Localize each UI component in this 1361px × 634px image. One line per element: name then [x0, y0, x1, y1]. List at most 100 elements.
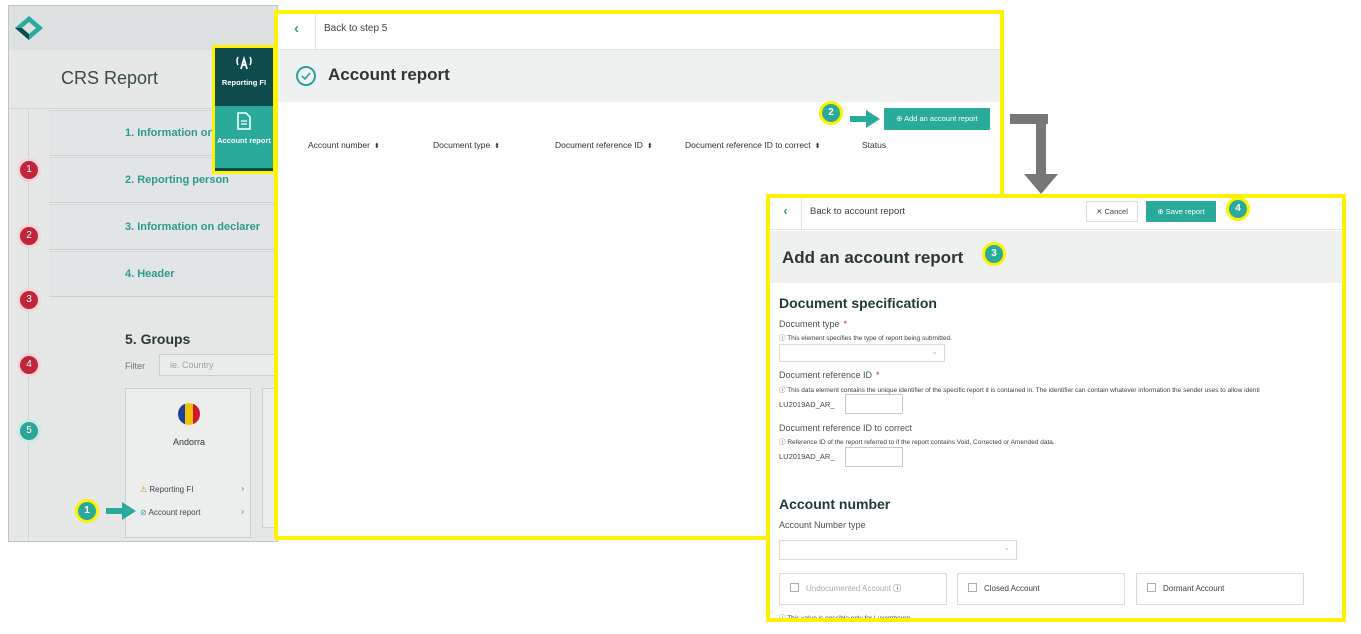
- plus-circle-icon: ⊕: [1157, 207, 1164, 216]
- column-label: Document reference ID: [555, 140, 643, 150]
- column-header-doc-ref-id[interactable]: Document reference ID ⬍: [555, 140, 653, 150]
- column-label: Document reference ID to correct: [685, 140, 811, 150]
- step-label: 3. Information on declarer: [125, 221, 261, 233]
- button-label: Add an account report: [904, 114, 978, 123]
- card-link-account-report[interactable]: ⊘ Account report ›: [140, 507, 244, 517]
- chevron-left-icon: ‹: [783, 203, 788, 218]
- country-card[interactable]: Andorra ⚠ Reporting FI › ⊘ Account repor…: [125, 388, 251, 538]
- step-number-5[interactable]: 5: [17, 419, 41, 443]
- undocumented-account-checkbox[interactable]: Undocumented Account ⓘ: [779, 573, 947, 605]
- account-number-type-label: Account Number type: [779, 520, 866, 530]
- link-label: Reporting FI: [149, 485, 194, 494]
- section-heading: 5. Groups: [125, 331, 191, 347]
- add-account-report-panel: ‹ Back to account report ✕ Cancel ⊕ Save…: [766, 194, 1346, 622]
- panel-header: Add an account report: [770, 231, 1342, 283]
- account-number-type-select[interactable]: ⌄: [779, 540, 1017, 560]
- info-icon: ⓘ: [779, 387, 786, 394]
- document-type-select[interactable]: ⌄: [779, 344, 945, 362]
- column-header-status: Status: [862, 140, 886, 150]
- column-header-doc-ref-id-correct[interactable]: Document reference ID to correct ⬍: [685, 140, 821, 150]
- section-heading-account-number: Account number: [779, 496, 891, 512]
- menu-label: Account report: [217, 136, 271, 145]
- plus-circle-icon: ⊕: [896, 114, 903, 123]
- doc-ref-id-prefix: LU2019AD_AR_: [779, 400, 835, 409]
- step-badge-1: 1: [75, 499, 99, 523]
- help-text: This element specifies the type of repor…: [787, 335, 952, 342]
- column-header-account-number[interactable]: Account number ⬍: [308, 140, 380, 150]
- button-label: Save report: [1165, 207, 1205, 216]
- note-text: This value is possible only for Luxembou…: [787, 615, 911, 622]
- doc-ref-correct-label: Document reference ID to correct: [779, 423, 912, 433]
- menu-item-reporting-fi[interactable]: Reporting FI: [215, 48, 273, 106]
- add-account-report-button[interactable]: ⊕ Add an account report: [884, 108, 990, 130]
- back-button[interactable]: ‹: [770, 198, 802, 230]
- filter-label: Filter: [125, 361, 145, 371]
- back-button[interactable]: ‹: [278, 14, 316, 50]
- column-label: Account number: [308, 140, 370, 150]
- closed-account-checkbox[interactable]: Closed Account: [957, 573, 1125, 605]
- doc-ref-id-input[interactable]: [845, 394, 903, 414]
- doc-ref-correct-prefix: LU2019AD_AR_: [779, 452, 835, 461]
- top-bar: [9, 6, 277, 50]
- step-badge-3: 3: [982, 242, 1006, 266]
- side-menu: Reporting FI Account report: [212, 45, 276, 174]
- step-number-3[interactable]: 3: [17, 288, 41, 312]
- step-badge-4: 4: [1226, 197, 1250, 221]
- doc-ref-correct-input[interactable]: [845, 447, 903, 467]
- close-icon: ✕: [1096, 207, 1103, 216]
- panel-title: Add an account report: [782, 248, 964, 267]
- step-number-4[interactable]: 4: [17, 353, 41, 377]
- step-4-row[interactable]: 4. Header: [49, 251, 277, 297]
- save-report-button[interactable]: ⊕ Save report: [1146, 201, 1216, 222]
- info-icon: ⓘ: [779, 439, 786, 446]
- chevron-right-icon: ›: [241, 484, 244, 493]
- help-text: Reference ID of the report referred to i…: [787, 439, 1055, 446]
- column-header-document-type[interactable]: Document type ⬍: [433, 140, 500, 150]
- arrow-right-icon: [106, 502, 136, 520]
- filter-input[interactable]: ie. Country: [159, 354, 277, 376]
- check-circle-icon: [296, 66, 316, 86]
- back-link[interactable]: Back to step 5: [324, 23, 387, 34]
- label-text: Document reference ID to correct: [779, 423, 913, 433]
- warning-icon: ⚠: [140, 485, 148, 494]
- doc-ref-correct-help: ⓘ Reference ID of the report referred to…: [779, 436, 1055, 446]
- step-3-row[interactable]: 3. Information on declarer: [49, 204, 277, 250]
- info-icon: ⓘ: [779, 335, 786, 342]
- checkbox-label: Closed Account: [984, 584, 1040, 593]
- step-number-2[interactable]: 2: [17, 224, 41, 248]
- document-type-help: ⓘ This element specifies the type of rep…: [779, 332, 952, 342]
- flow-arrow-icon: [1010, 114, 1058, 194]
- document-icon: [237, 112, 251, 130]
- step-number-1[interactable]: 1: [17, 158, 41, 182]
- sort-icon: ⬍: [494, 143, 501, 150]
- checkbox-box: [1147, 583, 1156, 592]
- check-circle-icon: ⊘: [140, 508, 147, 517]
- link-label: Account report: [148, 508, 201, 517]
- logo-icon: [15, 16, 43, 40]
- step-label: 2. Reporting person: [125, 174, 229, 186]
- back-link[interactable]: Back to account report: [810, 206, 905, 217]
- sort-icon: ⬍: [373, 143, 380, 150]
- panel-top-bar: ‹ Back to step 5: [278, 14, 1000, 50]
- antenna-icon: [236, 55, 252, 70]
- section-heading-document-specification: Document specification: [779, 295, 937, 311]
- andorra-flag-icon: [178, 403, 200, 425]
- help-text: This data element contains the unique id…: [787, 387, 1260, 394]
- page-title: CRS Report: [61, 68, 159, 88]
- checkbox-label: Dormant Account: [1163, 584, 1225, 593]
- panel-title: Account report: [328, 65, 450, 84]
- button-label: Cancel: [1104, 207, 1128, 216]
- required-marker: *: [843, 319, 848, 329]
- arrow-right-icon: [850, 110, 880, 128]
- column-label: Status: [862, 140, 887, 150]
- card-link-reporting-fi[interactable]: ⚠ Reporting FI ›: [140, 484, 244, 494]
- step-label: 4. Header: [125, 268, 175, 280]
- chevron-left-icon: ‹: [294, 20, 299, 37]
- cancel-button[interactable]: ✕ Cancel: [1086, 201, 1138, 222]
- menu-item-account-report[interactable]: Account report: [215, 106, 273, 168]
- sort-icon: ⬍: [814, 143, 821, 150]
- chevron-down-icon: ⌄: [931, 347, 938, 356]
- dormant-account-checkbox[interactable]: Dormant Account: [1136, 573, 1304, 605]
- info-icon: ⓘ: [779, 615, 786, 622]
- doc-ref-id-label: Document reference ID *: [779, 370, 880, 380]
